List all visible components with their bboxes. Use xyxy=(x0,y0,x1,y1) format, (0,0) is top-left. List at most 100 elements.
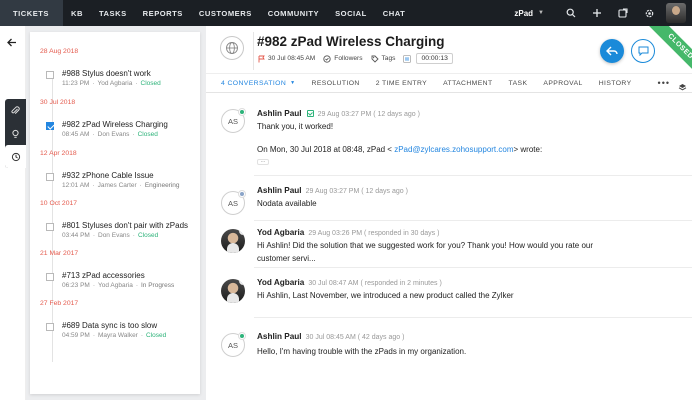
tags-button[interactable]: Tags xyxy=(371,55,395,63)
history-panel: 28 Aug 2018 #988 Stylus doesn't work 11:… xyxy=(26,26,206,400)
ticket-meta: 30 Jul 08:45 AM Followers Tags 00:00:13 xyxy=(258,53,461,64)
history-item-meta: 06:23 PM · Yod Agbaria · In Progress xyxy=(62,282,175,289)
gear-icon[interactable] xyxy=(636,0,662,26)
status-ribbon-label: CLOSED xyxy=(646,26,692,81)
message-author: Ashlin Paul 30 Jul 08:45 AM ( 42 days ago… xyxy=(257,332,405,341)
reply-button[interactable] xyxy=(600,39,624,63)
tab-attachment[interactable]: ATTACHMENT xyxy=(435,74,500,93)
history-item[interactable]: #689 Data sync is too slow 04:59 PM · Mayr… xyxy=(44,320,194,342)
message-body: Thank you, it worked! xyxy=(257,122,334,131)
chevron-down-icon: ▼ xyxy=(290,80,296,86)
history-item-current[interactable]: #982 zPad Wireless Charging 08:45 AM · Don… xyxy=(44,119,194,141)
message-body: Hi Ashlin! Did the solution that we sugg… xyxy=(257,241,594,263)
message-author: Ashlin Paul 29 Aug 03:27 PM ( 12 days ago… xyxy=(257,109,420,118)
message-timestamp: 30 Jul 08:45 AM ( 42 days ago ) xyxy=(305,334,405,341)
history-item-meta: 12:01 AM · James Carter · Engineering xyxy=(62,182,180,189)
nav-chat[interactable]: CHAT xyxy=(375,0,414,26)
tab-approval[interactable]: APPROVAL xyxy=(535,74,590,93)
quoted-header: On Mon, 30 Jul 2018 at 08:48, zPad < zPa… xyxy=(257,145,543,154)
message-author: Yod Agbaria 30 Jul 08:47 AM ( responded i… xyxy=(257,278,442,287)
department-name: zPad xyxy=(514,8,534,18)
avatar xyxy=(221,229,245,253)
profile-avatar[interactable] xyxy=(666,3,686,23)
nav-social[interactable]: SOCIAL xyxy=(327,0,375,26)
history-date: 27 Feb 2017 xyxy=(40,300,79,307)
history-item-title: #932 zPhone Cable Issue xyxy=(62,171,154,180)
ticket-title: #982 zPad Wireless Charging xyxy=(257,34,445,49)
external-window-icon[interactable] xyxy=(610,0,636,26)
history-item[interactable]: #801 Styluses don't pair with zPads 03:4… xyxy=(44,220,194,242)
history-item-title: #988 Stylus doesn't work xyxy=(62,69,151,78)
message-body: Nodata available xyxy=(257,199,317,208)
timer-control[interactable]: 00:00:13 xyxy=(403,53,453,64)
divider xyxy=(254,267,692,268)
divider xyxy=(254,220,692,221)
history-item[interactable]: #988 Stylus doesn't work 11:23 PM · Yod Ag… xyxy=(44,68,194,90)
avatar: AS xyxy=(221,190,246,215)
lightbulb-icon[interactable] xyxy=(5,122,26,145)
reply-icon xyxy=(606,46,618,56)
message-timestamp: 29 Aug 03:27 PM ( 12 days ago ) xyxy=(305,188,408,195)
nav-right-tools: zPad ▼ xyxy=(514,0,692,26)
message-body: Hi Ashlin, Last November, we introduced … xyxy=(257,291,514,300)
message-timestamp: 29 Aug 03:27 PM ( 12 days ago ) xyxy=(317,111,420,118)
history-item-meta: 04:59 PM · Mayra Walker · Closed xyxy=(62,332,167,339)
history-item-title: #801 Styluses don't pair with zPads xyxy=(62,221,189,230)
avatar: AS xyxy=(221,108,246,133)
quoted-email-link[interactable]: zPad@zylcares.zohosupport.com xyxy=(394,145,513,154)
attachment-clip-icon[interactable] xyxy=(5,99,26,122)
history-date: 28 Aug 2018 xyxy=(40,48,79,55)
nav-tickets[interactable]: TICKETS xyxy=(0,0,63,26)
incoming-badge-icon xyxy=(238,108,246,116)
message-author: Yod Agbaria 29 Aug 03:26 PM ( responded i… xyxy=(257,228,440,237)
history-checkbox[interactable] xyxy=(46,173,54,181)
more-options-icon[interactable]: ••• xyxy=(658,78,670,88)
outgoing-badge-icon xyxy=(239,229,245,235)
back-arrow-icon[interactable] xyxy=(7,34,17,52)
outgoing-badge-icon xyxy=(239,279,245,285)
tab-conversation[interactable]: 4 CONVERSATION ▼ xyxy=(206,74,304,93)
nav-reports[interactable]: REPORTS xyxy=(135,0,191,26)
nav-tasks[interactable]: TASKS xyxy=(91,0,135,26)
history-checkbox[interactable] xyxy=(46,323,54,331)
tab-time-entry[interactable]: 2 TIME ENTRY xyxy=(368,74,435,93)
history-item-meta: 11:23 PM · Yod Agbaria · Closed xyxy=(62,80,161,87)
history-item-meta: 08:45 AM · Don Evans · Closed xyxy=(62,131,158,138)
plus-icon[interactable] xyxy=(584,0,610,26)
message-body: Hello, I'm having trouble with the zPads… xyxy=(257,347,467,356)
tab-task[interactable]: TASK xyxy=(501,74,536,93)
left-rail xyxy=(0,26,26,400)
tab-history[interactable]: HISTORY xyxy=(591,74,640,93)
history-checkbox[interactable] xyxy=(46,223,54,231)
nav-kb[interactable]: KB xyxy=(63,0,91,26)
history-clock-icon[interactable] xyxy=(5,145,26,168)
header-divider xyxy=(253,32,254,70)
ticket-datetime: 30 Jul 08:45 AM xyxy=(258,55,315,63)
top-nav: TICKETS KB TASKS REPORTS CUSTOMERS COMMU… xyxy=(0,0,692,26)
history-checkbox[interactable] xyxy=(46,71,54,79)
department-switcher[interactable]: zPad ▼ xyxy=(514,9,544,18)
comment-badge-icon xyxy=(238,190,246,198)
history-item-title: #713 zPad accessories xyxy=(62,271,145,280)
incoming-badge-icon xyxy=(238,332,246,340)
rail-tab-group xyxy=(5,99,26,168)
history-date: 30 Jul 2018 xyxy=(40,99,76,106)
history-checkbox[interactable] xyxy=(46,273,54,281)
nav-customers[interactable]: CUSTOMERS xyxy=(191,0,260,26)
followers-icon xyxy=(323,54,331,63)
tag-icon xyxy=(371,55,379,63)
verified-icon xyxy=(306,110,314,117)
tab-resolution[interactable]: RESOLUTION xyxy=(304,74,368,93)
search-icon[interactable] xyxy=(558,0,584,26)
pause-icon[interactable] xyxy=(403,54,412,63)
followers-button[interactable]: Followers xyxy=(323,54,363,63)
history-item[interactable]: #713 zPad accessories 06:23 PM · Yod Agbar… xyxy=(44,270,194,292)
show-quoted-button[interactable]: ... xyxy=(257,158,269,165)
nav-community[interactable]: COMMUNITY xyxy=(260,0,327,26)
divider xyxy=(254,317,692,318)
history-item[interactable]: #932 zPhone Cable Issue 12:01 AM · James C… xyxy=(44,170,194,192)
ticket-history-list: 28 Aug 2018 #988 Stylus doesn't work 11:… xyxy=(30,32,200,394)
history-checkbox-checked[interactable] xyxy=(46,122,54,130)
conversation-thread: AS Ashlin Paul 29 Aug 03:27 PM ( 12 days … xyxy=(206,93,692,400)
history-date: 10 Oct 2017 xyxy=(40,200,78,207)
